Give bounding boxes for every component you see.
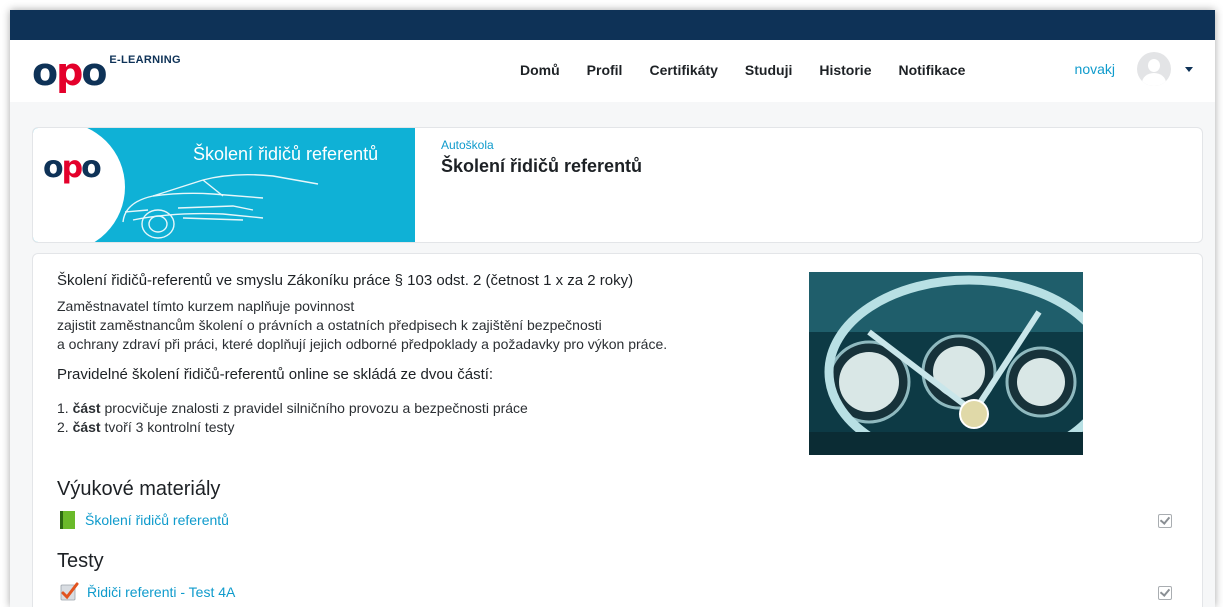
user-menu[interactable]: novakj — [1075, 52, 1215, 86]
nav-item-studuji[interactable]: Studuji — [745, 62, 792, 78]
summary-line: zajistit zaměstnancům školení o právních… — [57, 317, 602, 333]
activity-link[interactable]: Řidiči referenti - Test 4A — [87, 584, 235, 600]
navbar: opo E-LEARNING Domů Profil Certifikáty S… — [10, 40, 1215, 102]
list-item: 2. část tvoří 3 kontrolní testy — [57, 419, 235, 435]
avatar-body-icon — [1142, 73, 1166, 86]
book-icon — [60, 511, 75, 529]
username[interactable]: novakj — [1075, 61, 1115, 77]
car-illustration-icon — [122, 173, 319, 239]
logo-tagline: E-LEARNING — [109, 54, 181, 66]
banner-logo-circle — [33, 128, 125, 242]
nav-item-profil[interactable]: Profil — [587, 62, 623, 78]
section-title: Testy — [57, 550, 104, 572]
nav-item-notifikace[interactable]: Notifikace — [898, 62, 965, 78]
avatar[interactable] — [1137, 52, 1171, 86]
course-content: Školení řidičů-referentů ve smyslu Zákon… — [32, 253, 1203, 607]
nav-item-historie[interactable]: Historie — [819, 62, 871, 78]
summary-line: a ochrany zdraví při práci, které doplňu… — [57, 336, 668, 352]
top-bar — [10, 10, 1215, 40]
banner-title: Školení řidičů referentů — [193, 144, 379, 164]
course-header: opo Školení řidičů referentů Autoškola Š… — [32, 127, 1203, 243]
quiz-icon — [60, 582, 79, 601]
summary-lead: Školení řidičů-referentů ve smyslu Zákon… — [57, 272, 634, 289]
activity-item[interactable]: Řidiči referenti - Test 4A — [59, 582, 235, 602]
opo-logo-icon: opo — [32, 50, 107, 94]
nav-item-domu[interactable]: Domů — [520, 62, 560, 78]
activity-link[interactable]: Školení řidičů referentů — [85, 512, 229, 528]
course-heading: Autoškola Školení řidičů referentů — [441, 138, 642, 177]
avatar-head-icon — [1148, 59, 1160, 72]
chevron-down-icon[interactable] — [1185, 66, 1193, 72]
course-summary: Školení řidičů-referentů ve smyslu Zákon… — [57, 272, 787, 437]
banner-logo-icon: opo — [43, 150, 102, 185]
course-banner: opo Školení řidičů referentů — [33, 128, 415, 242]
course-title: Školení řidičů referentů — [441, 156, 643, 176]
site-logo[interactable]: opo E-LEARNING — [32, 50, 181, 94]
completion-checkbox[interactable] — [1158, 586, 1172, 600]
nav-item-certifikaty[interactable]: Certifikáty — [649, 62, 717, 78]
summary-subheading: Pravidelné školení řidičů-referentů onli… — [57, 366, 494, 383]
activity-item[interactable]: Školení řidičů referentů — [59, 510, 229, 530]
list-item: 1. část procvičuje znalosti z pravidel s… — [57, 400, 528, 416]
dashboard-photo — [809, 272, 1083, 455]
browser-frame: opo E-LEARNING Domů Profil Certifikáty S… — [10, 10, 1215, 607]
section-title: Výukové materiály — [57, 478, 221, 500]
summary-list: 1. část procvičuje znalosti z pravidel s… — [57, 399, 787, 437]
completion-checkbox[interactable] — [1158, 514, 1172, 528]
course-category-link[interactable]: Autoškola — [441, 138, 642, 152]
summary-line: Zaměstnavatel tímto kurzem naplňuje povi… — [57, 298, 355, 314]
main-nav: Domů Profil Certifikáty Studuji Historie… — [520, 62, 992, 78]
